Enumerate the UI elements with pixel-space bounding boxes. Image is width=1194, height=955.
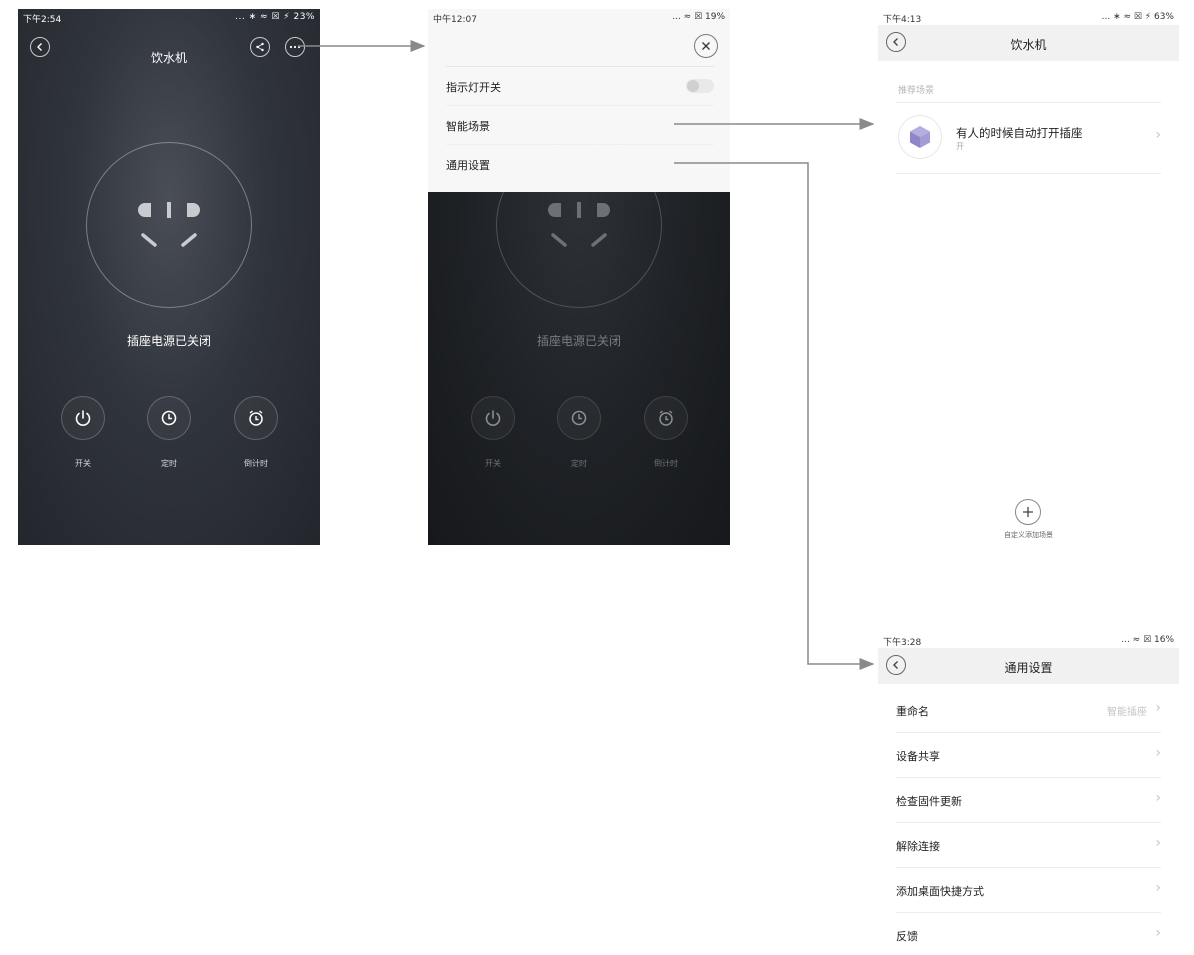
status-icons: ... ∗ ≈ ☒ ⚡ 63%: [1101, 12, 1174, 22]
add-scene-label: 自定义添加场景: [1004, 531, 1053, 539]
screen-smart-scene: 下午4:13 ... ∗ ≈ ☒ ⚡ 63% 饮水机 推荐场景 有人的时候自动打…: [878, 9, 1179, 545]
power-label: 开关: [75, 459, 91, 468]
screen-general-settings: 下午3:28 ... ≈ ☒ 16% 通用设置 重命名 智能插座 › 设备共享 …: [878, 632, 1179, 955]
chevron-right-icon: ›: [1155, 745, 1161, 761]
power-icon: [485, 410, 501, 426]
status-icons: ... ∗ ≈ ☒ ⚡ 23%: [235, 12, 315, 22]
cube-icon: [910, 126, 930, 148]
status-bar: 下午2:54 ... ∗ ≈ ☒ ⚡ 23%: [18, 9, 320, 25]
scene-icon: [898, 115, 942, 159]
settings-row-label: 反馈: [896, 930, 918, 943]
page-title: 饮水机: [1010, 38, 1047, 52]
status-time: 中午12:07: [433, 15, 477, 25]
socket-icon: [548, 202, 610, 247]
menu-item-label: 通用设置: [446, 159, 490, 172]
settings-row-value: 智能插座: [1107, 707, 1147, 718]
status-icons: ... ≈ ☒ 16%: [1121, 635, 1174, 645]
menu-item-smart-scene[interactable]: 智能场景: [446, 106, 714, 145]
alarm-clock-icon: [249, 410, 263, 426]
socket-icon: [138, 202, 200, 247]
close-button[interactable]: [694, 34, 718, 58]
nav-bar: 饮水机: [878, 25, 1179, 61]
settings-row-label: 设备共享: [896, 750, 940, 763]
chevron-right-icon: ›: [1155, 700, 1161, 716]
status-bar: 中午12:07 ... ≈ ☒ 19%: [428, 9, 730, 25]
power-button[interactable]: [61, 396, 105, 440]
timer-label: 定时: [161, 459, 177, 468]
more-button[interactable]: [285, 37, 305, 57]
scene-title: 有人的时候自动打开插座: [956, 126, 1083, 140]
plus-icon: [1023, 507, 1033, 517]
add-scene-button[interactable]: [1015, 499, 1041, 525]
countdown-button: [644, 396, 688, 440]
countdown-label: 倒计时: [244, 459, 268, 468]
countdown-button[interactable]: [234, 396, 278, 440]
settings-row-firmware-update[interactable]: 检查固件更新 ›: [896, 778, 1161, 823]
power-icon: [75, 410, 91, 426]
timer-button: [557, 396, 601, 440]
status-time: 下午4:13: [883, 15, 922, 25]
scene-subtitle: 开: [956, 142, 964, 151]
status-time: 下午2:54: [23, 15, 62, 25]
settings-row-disconnect[interactable]: 解除连接 ›: [896, 823, 1161, 868]
settings-row-label: 添加桌面快捷方式: [896, 885, 984, 898]
chevron-right-icon: ›: [1155, 835, 1161, 851]
scene-item[interactable]: 有人的时候自动打开插座 开 ›: [896, 103, 1161, 174]
chevron-right-icon: ›: [1155, 925, 1161, 941]
page-title: 饮水机: [150, 51, 187, 65]
more-dots-icon: [289, 45, 301, 49]
settings-row-label: 检查固件更新: [896, 795, 962, 808]
settings-row-device-share[interactable]: 设备共享 ›: [896, 733, 1161, 778]
countdown-label: 倒计时: [654, 459, 678, 468]
clock-icon: [161, 410, 177, 426]
share-icon: [256, 42, 264, 52]
indicator-toggle[interactable]: [686, 79, 714, 93]
screen-device-home: 下午2:54 ... ∗ ≈ ☒ ⚡ 23% 饮水机 插座电源已关闭 开关 定时…: [18, 9, 320, 545]
status-icons: ... ≈ ☒ 19%: [672, 12, 725, 22]
share-button[interactable]: [250, 37, 270, 57]
section-header: 推荐场景: [898, 86, 935, 96]
status-time: 下午3:28: [883, 638, 922, 648]
power-state-text: 插座电源已关闭: [536, 334, 621, 348]
close-icon: [702, 42, 710, 50]
chevron-right-icon: ›: [1155, 127, 1161, 143]
timer-button[interactable]: [147, 396, 191, 440]
menu-item-label: 指示灯开关: [446, 81, 501, 94]
timer-label: 定时: [571, 459, 587, 468]
menu-item-label: 智能场景: [446, 120, 490, 133]
status-bar: 下午3:28 ... ≈ ☒ 16%: [878, 632, 1179, 648]
clock-icon: [571, 410, 587, 426]
chevron-right-icon: ›: [1155, 880, 1161, 896]
settings-row-desktop-shortcut[interactable]: 添加桌面快捷方式 ›: [896, 868, 1161, 913]
settings-row-feedback[interactable]: 反馈 ›: [896, 913, 1161, 955]
chevron-right-icon: ›: [1155, 790, 1161, 806]
screen-device-menu: 中午12:07 ... ≈ ☒ 19% 指示灯开关 智能场景 通用设置 插座电源…: [428, 9, 730, 545]
nav-bar: 通用设置: [878, 648, 1179, 684]
page-title: 通用设置: [1004, 661, 1053, 675]
status-bar: 下午4:13 ... ∗ ≈ ☒ ⚡ 63%: [878, 9, 1179, 25]
power-label: 开关: [485, 459, 501, 468]
settings-row-label: 解除连接: [896, 840, 940, 853]
menu-item-indicator-light[interactable]: 指示灯开关: [446, 67, 714, 106]
alarm-clock-icon: [659, 410, 673, 426]
settings-row-rename[interactable]: 重命名 智能插座 ›: [896, 688, 1161, 733]
power-state-text: 插座电源已关闭: [126, 334, 211, 348]
settings-row-label: 重命名: [896, 705, 929, 718]
power-button: [471, 396, 515, 440]
